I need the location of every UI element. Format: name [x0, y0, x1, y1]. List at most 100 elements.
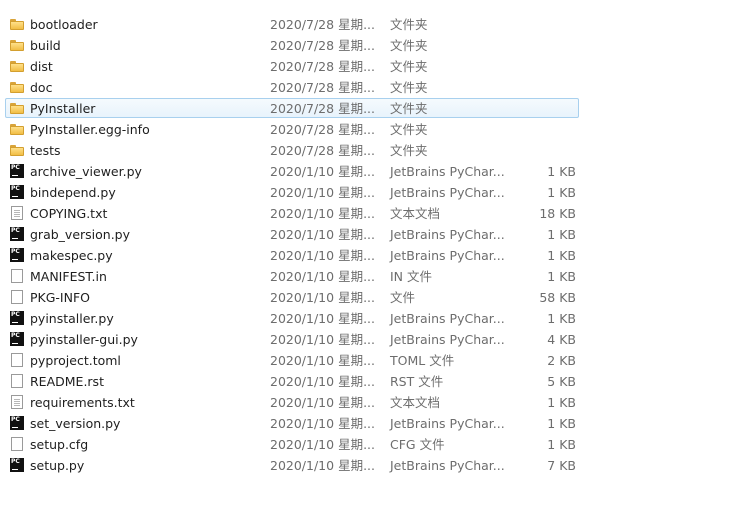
file-row[interactable]: PC makespec.py 2020/1/10 星期... JetBrains Py…: [0, 245, 737, 266]
file-type: TOML 文件: [390, 353, 455, 368]
file-row[interactable]: PC archive_viewer.py 2020/1/10 星期... JetBra…: [0, 161, 737, 182]
pycharm-file-icon: PC: [10, 248, 24, 262]
file-type: 文件夹: [390, 80, 428, 95]
file-name[interactable]: PyInstaller: [30, 98, 95, 119]
file-size: 1 KB: [547, 311, 576, 326]
file-type: JetBrains PyChar...: [390, 332, 505, 347]
file-row[interactable]: MANIFEST.in 2020/1/10 星期... IN 文件 1 KB: [0, 266, 737, 287]
folder-icon: [10, 61, 24, 72]
file-date-modified: 2020/1/10 星期...: [270, 437, 375, 452]
file-name[interactable]: PyInstaller.egg-info: [30, 119, 150, 140]
file-name[interactable]: bootloader: [30, 14, 98, 35]
file-type: JetBrains PyChar...: [390, 311, 505, 326]
file-list: bootloader 2020/7/28 星期... 文件夹 build 2020/7/…: [0, 14, 737, 476]
file-row[interactable]: README.rst 2020/1/10 星期... RST 文件 5 KB: [0, 371, 737, 392]
file-icon-cell: PC: [10, 227, 24, 241]
file-name[interactable]: pyproject.toml: [30, 350, 121, 371]
file-row[interactable]: dist 2020/7/28 星期... 文件夹: [0, 56, 737, 77]
file-icon-cell: PC: [10, 164, 24, 178]
file-icon-cell: [10, 80, 24, 94]
file-type: RST 文件: [390, 374, 444, 389]
file-type: 文件: [390, 290, 416, 305]
file-icon-cell: [10, 59, 24, 73]
file-date-modified: 2020/7/28 星期...: [270, 80, 375, 95]
file-name[interactable]: pyinstaller-gui.py: [30, 329, 138, 350]
file-icon-cell: PC: [10, 458, 24, 472]
pycharm-file-icon: PC: [10, 185, 24, 199]
file-icon-cell: PC: [10, 332, 24, 346]
file-name[interactable]: requirements.txt: [30, 392, 135, 413]
file-date-modified: 2020/1/10 星期...: [270, 248, 375, 263]
file-name[interactable]: dist: [30, 56, 53, 77]
pycharm-file-icon: PC: [10, 164, 24, 178]
file-icon-cell: PC: [10, 185, 24, 199]
file-date-modified: 2020/7/28 星期...: [270, 101, 375, 116]
file-row[interactable]: requirements.txt 2020/1/10 星期... 文本文档 1 KB: [0, 392, 737, 413]
file-row[interactable]: setup.cfg 2020/1/10 星期... CFG 文件 1 KB: [0, 434, 737, 455]
file-date-modified: 2020/7/28 星期...: [270, 17, 375, 32]
file-row[interactable]: doc 2020/7/28 星期... 文件夹: [0, 77, 737, 98]
file-row[interactable]: PC set_version.py 2020/1/10 星期... JetBrains…: [0, 413, 737, 434]
file-size: 1 KB: [547, 416, 576, 431]
file-name[interactable]: build: [30, 35, 61, 56]
text-document-icon: [11, 395, 23, 409]
file-row[interactable]: PyInstaller.egg-info 2020/7/28 星期... 文件夹: [0, 119, 737, 140]
file-row[interactable]: PC pyinstaller.py 2020/1/10 星期... JetBrains…: [0, 308, 737, 329]
file-type: 文件夹: [390, 122, 428, 137]
file-size: 1 KB: [547, 185, 576, 200]
file-type: 文本文档: [390, 395, 441, 410]
file-name[interactable]: grab_version.py: [30, 224, 130, 245]
pycharm-file-icon: PC: [10, 311, 24, 325]
file-name[interactable]: pyinstaller.py: [30, 308, 114, 329]
file-name[interactable]: makespec.py: [30, 245, 113, 266]
file-date-modified: 2020/1/10 星期...: [270, 311, 375, 326]
file-size: 4 KB: [547, 332, 576, 347]
file-name[interactable]: README.rst: [30, 371, 104, 392]
file-icon-cell: [10, 101, 24, 115]
file-row[interactable]: PC grab_version.py 2020/1/10 星期... JetBrain…: [0, 224, 737, 245]
file-row[interactable]: PC setup.py 2020/1/10 星期... JetBrains PyCha…: [0, 455, 737, 476]
file-date-modified: 2020/1/10 星期...: [270, 227, 375, 242]
file-icon-cell: [10, 122, 24, 136]
file-date-modified: 2020/7/28 星期...: [270, 59, 375, 74]
file-name[interactable]: set_version.py: [30, 413, 120, 434]
file-icon-cell: PC: [10, 416, 24, 430]
file-name[interactable]: tests: [30, 140, 61, 161]
pycharm-file-icon: PC: [10, 416, 24, 430]
file-name[interactable]: bindepend.py: [30, 182, 116, 203]
file-date-modified: 2020/1/10 星期...: [270, 185, 375, 200]
file-name[interactable]: COPYING.txt: [30, 203, 107, 224]
file-date-modified: 2020/1/10 星期...: [270, 353, 375, 368]
file-icon-cell: [10, 374, 24, 388]
file-name[interactable]: doc: [30, 77, 52, 98]
file-date-modified: 2020/1/10 星期...: [270, 332, 375, 347]
file-type: JetBrains PyChar...: [390, 458, 505, 473]
file-type: 文件夹: [390, 101, 428, 116]
file-date-modified: 2020/7/28 星期...: [270, 143, 375, 158]
file-date-modified: 2020/1/10 星期...: [270, 206, 375, 221]
file-type: CFG 文件: [390, 437, 445, 452]
file-row[interactable]: build 2020/7/28 星期... 文件夹: [0, 35, 737, 56]
file-size: 1 KB: [547, 164, 576, 179]
file-name[interactable]: MANIFEST.in: [30, 266, 107, 287]
file-name[interactable]: setup.py: [30, 455, 84, 476]
file-size: 1 KB: [547, 269, 576, 284]
file-icon-cell: [10, 38, 24, 52]
file-type: JetBrains PyChar...: [390, 185, 505, 200]
file-type: 文本文档: [390, 206, 441, 221]
file-row[interactable]: PC bindepend.py 2020/1/10 星期... JetBrains P…: [0, 182, 737, 203]
file-date-modified: 2020/1/10 星期...: [270, 290, 375, 305]
file-row[interactable]: pyproject.toml 2020/1/10 星期... TOML 文件 2 KB: [0, 350, 737, 371]
file-type: JetBrains PyChar...: [390, 227, 505, 242]
file-date-modified: 2020/1/10 星期...: [270, 269, 375, 284]
file-icon-cell: [10, 269, 24, 283]
file-name[interactable]: archive_viewer.py: [30, 161, 142, 182]
file-row[interactable]: COPYING.txt 2020/1/10 星期... 文本文档 18 KB: [0, 203, 737, 224]
file-row[interactable]: PKG-INFO 2020/1/10 星期... 文件 58 KB: [0, 287, 737, 308]
file-row[interactable]: PC pyinstaller-gui.py 2020/1/10 星期... JetBr…: [0, 329, 737, 350]
file-name[interactable]: setup.cfg: [30, 434, 88, 455]
file-name[interactable]: PKG-INFO: [30, 287, 90, 308]
file-row[interactable]: bootloader 2020/7/28 星期... 文件夹: [0, 14, 737, 35]
file-row[interactable]: tests 2020/7/28 星期... 文件夹: [0, 140, 737, 161]
file-row[interactable]: PyInstaller 2020/7/28 星期... 文件夹: [0, 98, 737, 119]
